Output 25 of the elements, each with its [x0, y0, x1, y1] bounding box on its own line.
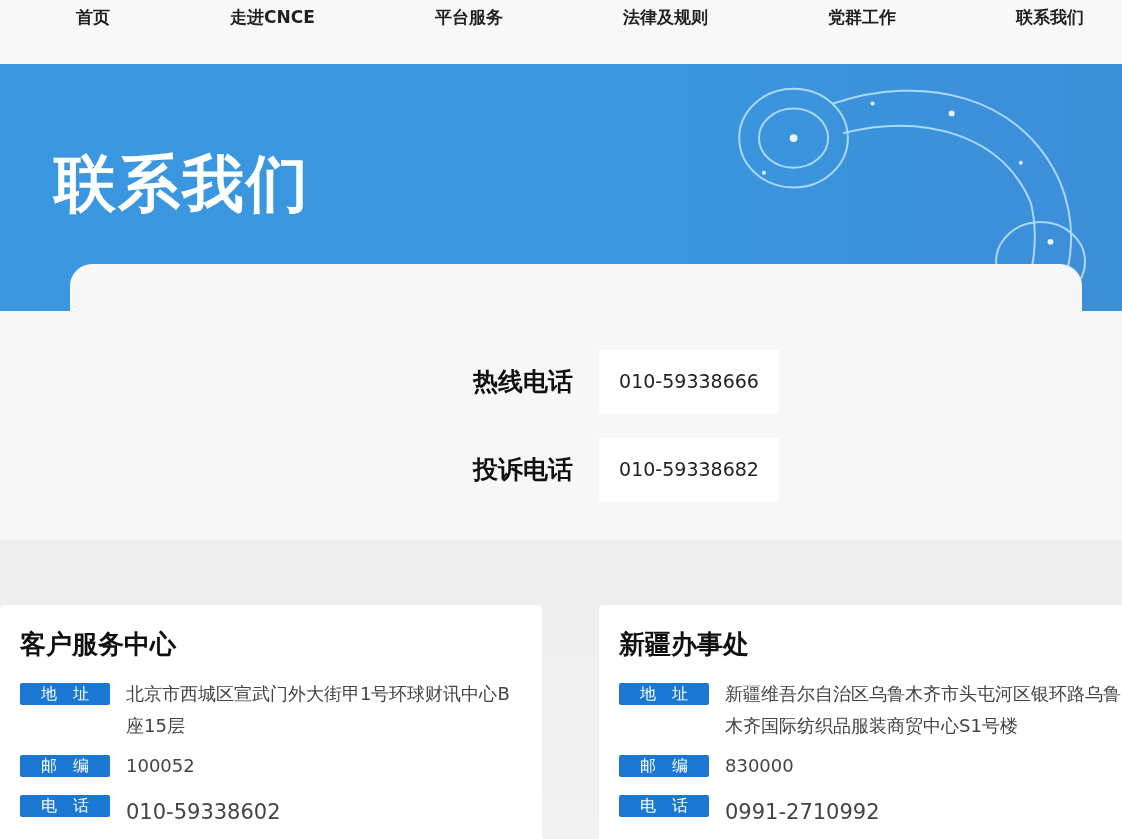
field-value: 新疆维吾尔自治区乌鲁木齐市头屯河区银环路乌鲁木齐国际纺织品服装商贸中心S1号楼 — [725, 682, 1122, 738]
hotline-label: 热线电话 — [473, 366, 574, 398]
nav-link[interactable]: 平台服务 — [434, 0, 503, 30]
field-label: 邮编 — [20, 755, 110, 777]
field-label: 电话 — [619, 795, 709, 817]
nav-link[interactable]: 首页 — [76, 0, 110, 30]
phone-number: 010-59338666 — [599, 350, 779, 413]
phone-number: 010-59338682 — [599, 438, 779, 501]
nav-link[interactable]: 联系我们 — [1015, 0, 1084, 30]
nav-link[interactable]: 党群工作 — [827, 0, 896, 30]
hotline-label: 投诉电话 — [473, 454, 574, 486]
office-name: 新疆办事处 — [619, 628, 750, 661]
field-label: 邮编 — [619, 755, 709, 777]
nav-link[interactable]: 走进CNCE — [230, 0, 315, 30]
field-label: 电话 — [20, 795, 110, 817]
office-name: 客户服务中心 — [20, 628, 178, 661]
field-label: 地址 — [20, 683, 110, 705]
field-value: 830000 — [725, 754, 794, 778]
field-value: 0991-2710992 — [725, 799, 880, 826]
field-value: 100052 — [126, 754, 195, 778]
field-label: 地址 — [619, 683, 709, 705]
field-value: 010-59338602 — [126, 799, 281, 826]
nav-link[interactable]: 法律及规则 — [622, 0, 708, 30]
field-value: 北京市西城区宣武门外大街甲1号环球财讯中心B座15层 — [126, 682, 511, 738]
page-title: 联系我们 — [54, 146, 310, 222]
